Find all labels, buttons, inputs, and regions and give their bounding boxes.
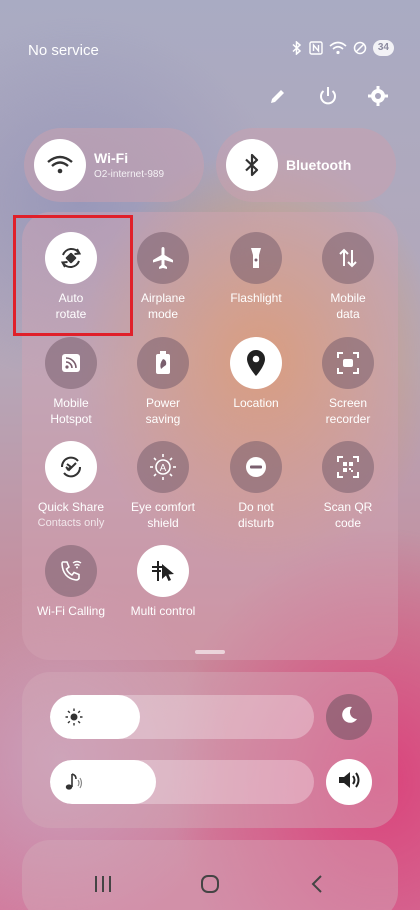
wifi-calling-label: Wi-Fi Calling — [36, 604, 105, 618]
multi-control-label: Multi control — [130, 604, 196, 618]
nfc-icon — [309, 41, 323, 55]
navigation-bar — [0, 858, 420, 910]
highlight-box — [13, 215, 133, 336]
tile-screen-recorder[interactable]: Screen recorder — [302, 337, 394, 427]
sound-mode-button[interactable] — [326, 759, 372, 805]
power-icon[interactable] — [316, 84, 340, 108]
screen-recorder-label-2: recorder — [325, 412, 371, 426]
carrier-label: No service — [28, 42, 99, 59]
airplane-label-2: mode — [147, 307, 179, 321]
qr-icon — [322, 441, 374, 493]
tile-power-saving[interactable]: Power saving — [117, 337, 209, 427]
sun-icon — [62, 705, 86, 729]
hotspot-icon — [45, 337, 97, 389]
quick-share-label: Quick Share — [37, 500, 105, 514]
mobile-data-label-2: data — [336, 307, 360, 321]
volume-slider[interactable] — [50, 760, 314, 804]
multi-control-icon — [137, 545, 189, 597]
bluetooth-tile-icon — [226, 139, 278, 191]
bluetooth-icon — [291, 41, 303, 55]
quick-share-sub: Contacts only — [37, 517, 105, 529]
tile-location[interactable]: Location — [210, 337, 302, 411]
tile-mobile-data[interactable]: Mobile data — [302, 232, 394, 322]
bluetooth-tile[interactable]: Bluetooth — [216, 128, 396, 202]
back-icon[interactable] — [297, 864, 337, 904]
flashlight-icon — [230, 232, 282, 284]
moon-icon — [338, 704, 360, 731]
speaker-icon — [336, 768, 362, 797]
brightness-slider[interactable] — [50, 695, 314, 739]
mobile-data-label-1: Mobile — [330, 291, 366, 305]
tile-quick-share[interactable]: Quick Share Contacts only — [25, 441, 117, 529]
night-mode-button[interactable] — [326, 694, 372, 740]
hotspot-label-2: Hotspot — [50, 412, 92, 426]
settings-icon[interactable] — [366, 84, 390, 108]
tile-eye-comfort[interactable]: A Eye comfort shield — [117, 441, 209, 531]
tile-scan-qr[interactable]: Scan QR code — [302, 441, 394, 531]
status-icons: 34 — [291, 40, 394, 56]
eye-comfort-icon: A — [137, 441, 189, 493]
hotspot-label-1: Mobile — [53, 396, 89, 410]
wifi-label: Wi-Fi — [94, 150, 129, 166]
wifi-tile-icon — [34, 139, 86, 191]
scan-qr-label-1: Scan QR — [323, 500, 373, 514]
recents-icon[interactable] — [83, 864, 123, 904]
battery-indicator: 34 — [372, 40, 394, 56]
eye-comfort-label-1: Eye comfort — [130, 500, 196, 514]
tile-do-not-disturb[interactable]: Do not disturb — [210, 441, 302, 531]
eye-comfort-label-2: shield — [147, 516, 179, 530]
location-label: Location — [233, 396, 279, 410]
scan-qr-label-2: code — [334, 516, 362, 530]
wifi-icon — [329, 41, 347, 55]
power-saving-label-2: saving — [145, 412, 181, 426]
tile-flashlight[interactable]: Flashlight — [210, 232, 302, 306]
edit-icon[interactable] — [266, 84, 290, 108]
bluetooth-label: Bluetooth — [286, 157, 352, 173]
power-saving-label-1: Power — [145, 396, 180, 410]
tile-multi-control[interactable]: Multi control — [117, 545, 209, 619]
do-not-disturb-icon — [353, 41, 367, 55]
wifi-network: O2-internet-989 — [94, 169, 165, 180]
power-saving-icon — [137, 337, 189, 389]
location-icon — [230, 337, 282, 389]
wifi-calling-icon — [45, 545, 97, 597]
airplane-label-1: Airplane — [140, 291, 186, 305]
panel-drag-handle[interactable] — [195, 650, 225, 654]
music-note-icon — [62, 770, 86, 794]
airplane-icon — [137, 232, 189, 284]
dnd-icon — [230, 441, 282, 493]
flashlight-label: Flashlight — [230, 291, 282, 305]
quick-share-icon — [45, 441, 97, 493]
dnd-label-2: disturb — [237, 516, 275, 530]
tile-mobile-hotspot[interactable]: Mobile Hotspot — [25, 337, 117, 427]
top-actions — [266, 84, 390, 108]
tile-wifi-calling[interactable]: Wi-Fi Calling — [25, 545, 117, 619]
screen-recorder-label-1: Screen — [328, 396, 368, 410]
svg-text:A: A — [160, 463, 167, 474]
dnd-label-1: Do not — [238, 500, 274, 514]
home-icon[interactable] — [190, 864, 230, 904]
wifi-tile[interactable]: Wi-Fi O2-internet-989 — [24, 128, 204, 202]
mobile-data-icon — [322, 232, 374, 284]
screen-recorder-icon — [322, 337, 374, 389]
